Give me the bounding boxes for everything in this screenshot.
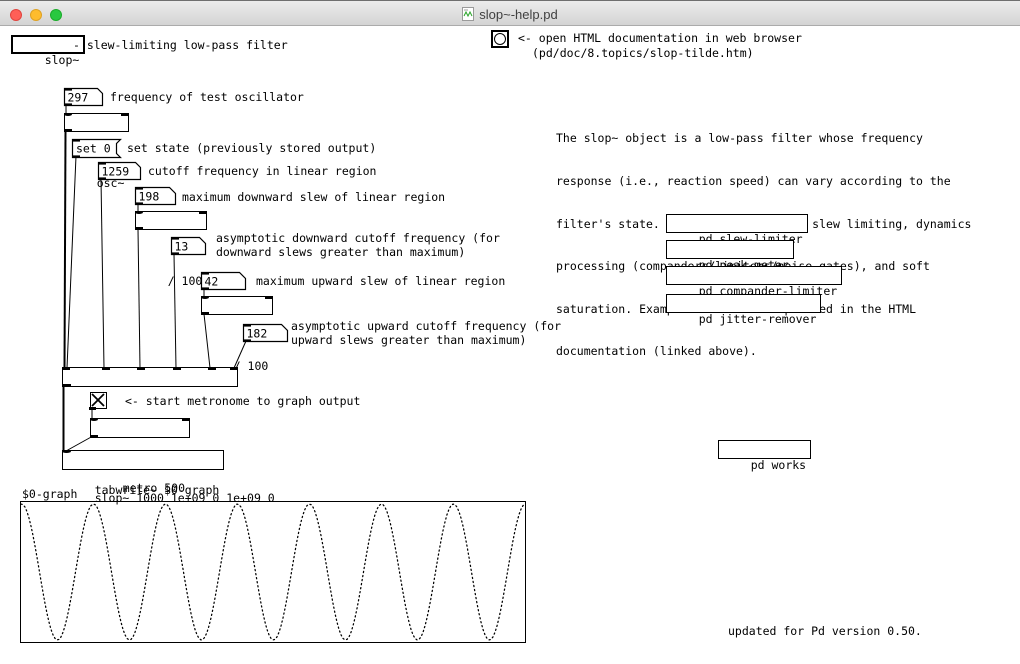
outlet-nub xyxy=(62,384,71,387)
inlet-nub xyxy=(64,113,72,116)
down-slew-number-box[interactable]: 198 xyxy=(135,187,176,206)
inlet-nub xyxy=(199,211,207,214)
subpatch-peak-meter[interactable]: pd peak-meter xyxy=(666,240,794,259)
inlet-nub xyxy=(62,367,70,370)
inlet-nub xyxy=(121,113,129,116)
svg-text:297: 297 xyxy=(68,91,89,105)
inlet-nub xyxy=(201,296,209,299)
up-asym-comment-line1: asymptotic upward cutoff frequency (for xyxy=(291,319,561,333)
svg-text:1259: 1259 xyxy=(102,165,130,179)
subpatch-works[interactable]: pd works xyxy=(718,440,811,459)
osc-object-box: osc~ xyxy=(64,113,129,132)
tabwrite-object-box: tabwrite~ $0-graph xyxy=(62,450,224,470)
outlet-nub xyxy=(201,312,209,315)
inlet-nub xyxy=(137,367,145,370)
svg-text:42: 42 xyxy=(205,275,219,289)
up-slew-number-box[interactable]: 42 xyxy=(201,272,246,291)
inlet-nub xyxy=(102,367,110,370)
up-asym-number-box[interactable]: 182 xyxy=(243,324,288,343)
inlet-nub xyxy=(135,211,143,214)
freq-number-box[interactable]: 297 xyxy=(64,88,104,107)
outlet-nub xyxy=(64,129,72,132)
svg-text:198: 198 xyxy=(139,190,160,204)
doc-link-comment-line2: (pd/doc/8.topics/slop-tilde.htm) xyxy=(532,46,754,60)
version-comment: updated for Pd version 0.50. xyxy=(728,624,922,638)
inlet-nub xyxy=(90,418,98,421)
freq-comment: frequency of test oscillator xyxy=(110,90,304,104)
pd-patch-window: slop~-help.pd slop~ - slew-limiting low-… xyxy=(0,0,1020,664)
subpatch-slew-limiter[interactable]: pd slew-limiter xyxy=(666,214,808,233)
svg-text:182: 182 xyxy=(247,327,268,341)
svg-text:13: 13 xyxy=(175,240,189,254)
outlet-nub xyxy=(89,407,96,410)
x-toggle-icon xyxy=(91,393,105,407)
tagline-comment: - slew-limiting low-pass filter xyxy=(73,38,288,52)
cutoff-comment: cutoff frequency in linear region xyxy=(148,164,376,178)
inlet-nub xyxy=(265,296,273,299)
outlet-nub xyxy=(135,227,143,230)
metronome-toggle[interactable] xyxy=(90,392,107,409)
up-slew-comment: maximum upward slew of linear region xyxy=(256,274,505,288)
document-icon xyxy=(462,7,474,21)
metronome-comment: <- start metronome to graph output xyxy=(125,394,360,408)
down-asym-number-box[interactable]: 13 xyxy=(171,237,206,256)
down-slew-comment: maximum downward slew of linear region xyxy=(182,190,445,204)
inlet-nub xyxy=(230,367,238,370)
sine-wave-trace xyxy=(21,504,525,640)
titlebar[interactable]: slop~-help.pd xyxy=(0,0,1020,26)
inlet-nub xyxy=(182,418,190,421)
doc-link-comment-line1: <- open HTML documentation in web browse… xyxy=(518,31,802,45)
subpatch-jitter-remover[interactable]: pd jitter-remover xyxy=(666,294,821,313)
window-title: slop~-help.pd xyxy=(479,7,557,22)
slop-object-box: slop~ 1000 1e+09 0 1e+09 0 xyxy=(62,367,238,387)
output-graph xyxy=(20,501,526,643)
bang-circle-icon xyxy=(494,33,506,45)
inlet-nub xyxy=(62,450,71,453)
cutoff-number-box[interactable]: 1259 xyxy=(98,162,142,181)
outlet-nub xyxy=(90,435,98,438)
inlet-nub xyxy=(208,367,216,370)
down-asym-comment-line2: downward slews greater than maximum) xyxy=(216,245,465,259)
divide-object-box-a: / 100 xyxy=(135,211,207,230)
svg-text:set 0: set 0 xyxy=(76,142,111,156)
down-asym-comment-line1: asymptotic downward cutoff frequency (fo… xyxy=(216,231,500,245)
set-state-message-box[interactable]: set 0 xyxy=(72,139,121,158)
up-asym-comment-line2: upward slews greater than maximum) xyxy=(291,333,526,347)
graph-label: $0-graph xyxy=(22,487,77,501)
subpatch-compander-limiter[interactable]: pd compander-limiter xyxy=(666,266,842,285)
set-state-comment: set state (previously stored output) xyxy=(127,141,376,155)
inlet-nub xyxy=(173,367,181,370)
open-docs-bang-button[interactable] xyxy=(491,30,509,48)
divide-object-box-b: / 100 xyxy=(201,296,273,315)
metro-object-box: metro 500 xyxy=(90,418,190,438)
